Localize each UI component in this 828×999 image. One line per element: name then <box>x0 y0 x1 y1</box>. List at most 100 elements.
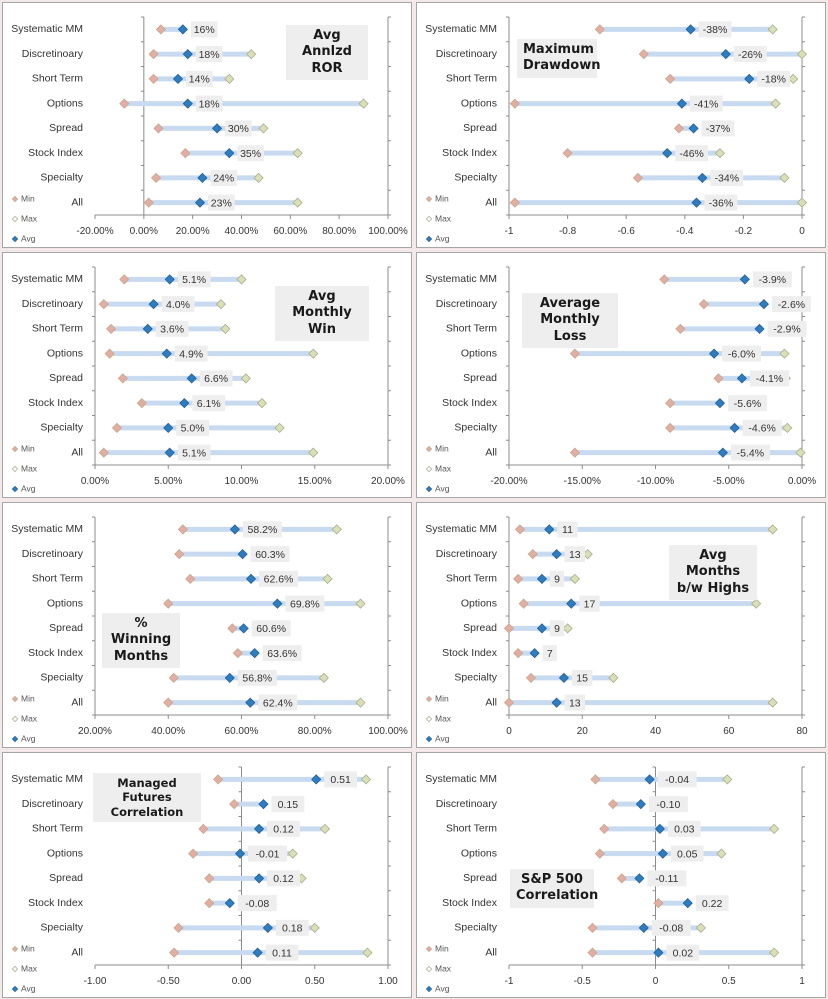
min-marker <box>150 172 162 183</box>
tick-label: -5.00% <box>713 476 745 487</box>
min-marker <box>153 123 164 134</box>
min-marker <box>698 299 709 310</box>
data-label: -2.9% <box>773 324 800 336</box>
category-label: Stock Index <box>28 147 84 159</box>
min-marker <box>594 848 605 859</box>
legend: Min Max Avg <box>425 943 452 993</box>
data-label: 56.8% <box>242 673 272 685</box>
max-marker <box>360 774 372 785</box>
avg-marker <box>254 873 265 884</box>
range-bar <box>514 101 776 107</box>
data-row: 0.03 <box>599 820 780 837</box>
legend-max-marker <box>11 215 19 223</box>
category-label: All <box>71 946 83 958</box>
data-row: 23% <box>143 194 303 211</box>
range-bar <box>680 326 760 332</box>
category-label: Options <box>461 597 497 609</box>
data-label: 5.1% <box>182 447 206 459</box>
data-row: 63.6% <box>232 645 302 662</box>
data-label: -0.08 <box>659 923 683 935</box>
data-row: -5.4% <box>569 444 806 461</box>
max-marker <box>258 123 269 134</box>
max-marker <box>779 172 790 183</box>
avg-marker <box>558 672 570 683</box>
avg-marker <box>662 148 673 159</box>
tick-label: -15.00% <box>564 476 601 487</box>
max-marker <box>779 348 790 359</box>
min-marker <box>111 422 123 433</box>
avg-marker <box>634 873 645 884</box>
category-label: Systematic MM <box>425 773 497 785</box>
avg-marker <box>529 648 540 659</box>
legend-avg-label: Avg <box>435 983 450 993</box>
tick-label: 0.00% <box>788 476 816 487</box>
data-label: 18% <box>199 98 220 110</box>
chart-title: Avg Annlzd ROR <box>286 25 368 80</box>
data-label: 7 <box>547 648 553 660</box>
min-marker <box>632 172 643 183</box>
tick-label: -10.00% <box>637 476 674 487</box>
avg-marker <box>544 524 555 535</box>
data-row: -2.9% <box>675 320 807 337</box>
chart-winning-months: 20.00% 40.00% 60.00% 80.00% 100.00% Systemati… <box>11 516 408 743</box>
max-marker <box>355 598 366 609</box>
data-row: -41% <box>509 95 781 112</box>
data-row: 0.02 <box>587 944 780 961</box>
category-label: All <box>71 196 83 208</box>
tick-label: 60 <box>723 726 735 737</box>
tick-label: 40.00% <box>225 226 259 237</box>
legend-max-marker <box>425 215 433 223</box>
data-row: -38% <box>594 21 778 38</box>
tick-label: -0.4 <box>676 226 694 237</box>
min-marker <box>513 573 524 584</box>
tick-label: -0.8 <box>559 226 577 237</box>
avg-marker <box>186 373 197 384</box>
avg-marker <box>697 172 708 183</box>
max-marker <box>358 98 369 109</box>
min-marker <box>104 348 115 359</box>
legend-min-label: Min <box>21 693 35 703</box>
data-row: 60.3% <box>174 546 290 563</box>
data-label: -26% <box>738 49 763 61</box>
legend-avg-label: Avg <box>435 233 450 243</box>
tick-label: -20.00% <box>76 226 113 237</box>
category-label: Discretinoary <box>436 548 498 560</box>
data-row: -0.04 <box>590 771 733 788</box>
data-label: 9 <box>554 623 560 635</box>
min-marker <box>518 598 529 609</box>
category-label: Stock Index <box>442 147 498 159</box>
avg-marker <box>224 672 235 683</box>
avg-marker <box>754 323 765 334</box>
min-marker <box>503 623 515 634</box>
tick-label: 0.00% <box>81 476 109 487</box>
max-marker <box>319 823 331 834</box>
data-label: 0.11 <box>272 947 292 959</box>
legend-max-label: Max <box>435 213 452 223</box>
data-row: -5.6% <box>665 395 767 412</box>
avg-marker <box>224 898 235 909</box>
avg-marker <box>237 549 248 560</box>
data-label: -0.10 <box>656 799 680 811</box>
category-label: Spread <box>49 622 83 634</box>
min-marker <box>665 422 676 433</box>
category-label: Specialty <box>40 672 83 684</box>
min-marker <box>119 98 130 109</box>
min-marker <box>204 898 215 909</box>
tick-label: 60.00% <box>225 726 259 737</box>
tick-label: 20.00% <box>371 476 405 487</box>
avg-marker <box>685 24 696 35</box>
tick-label: 0 <box>506 726 512 737</box>
tick-label: -0.2 <box>735 226 753 237</box>
min-marker <box>509 197 520 208</box>
data-row: 16% <box>155 21 218 38</box>
data-label: 6.1% <box>197 398 221 410</box>
data-label: 0.12 <box>273 873 294 885</box>
min-marker <box>562 148 573 159</box>
panel-avg-months-between-highs: 0 20 40 60 80 Systematic MM Discretinoary Short… <box>416 502 826 748</box>
category-label: Stock Index <box>28 397 84 409</box>
data-row: -0.08 <box>204 895 277 912</box>
min-marker <box>188 848 199 859</box>
avg-marker <box>262 922 273 933</box>
min-marker <box>569 447 580 458</box>
data-label: 62.4% <box>263 697 293 709</box>
